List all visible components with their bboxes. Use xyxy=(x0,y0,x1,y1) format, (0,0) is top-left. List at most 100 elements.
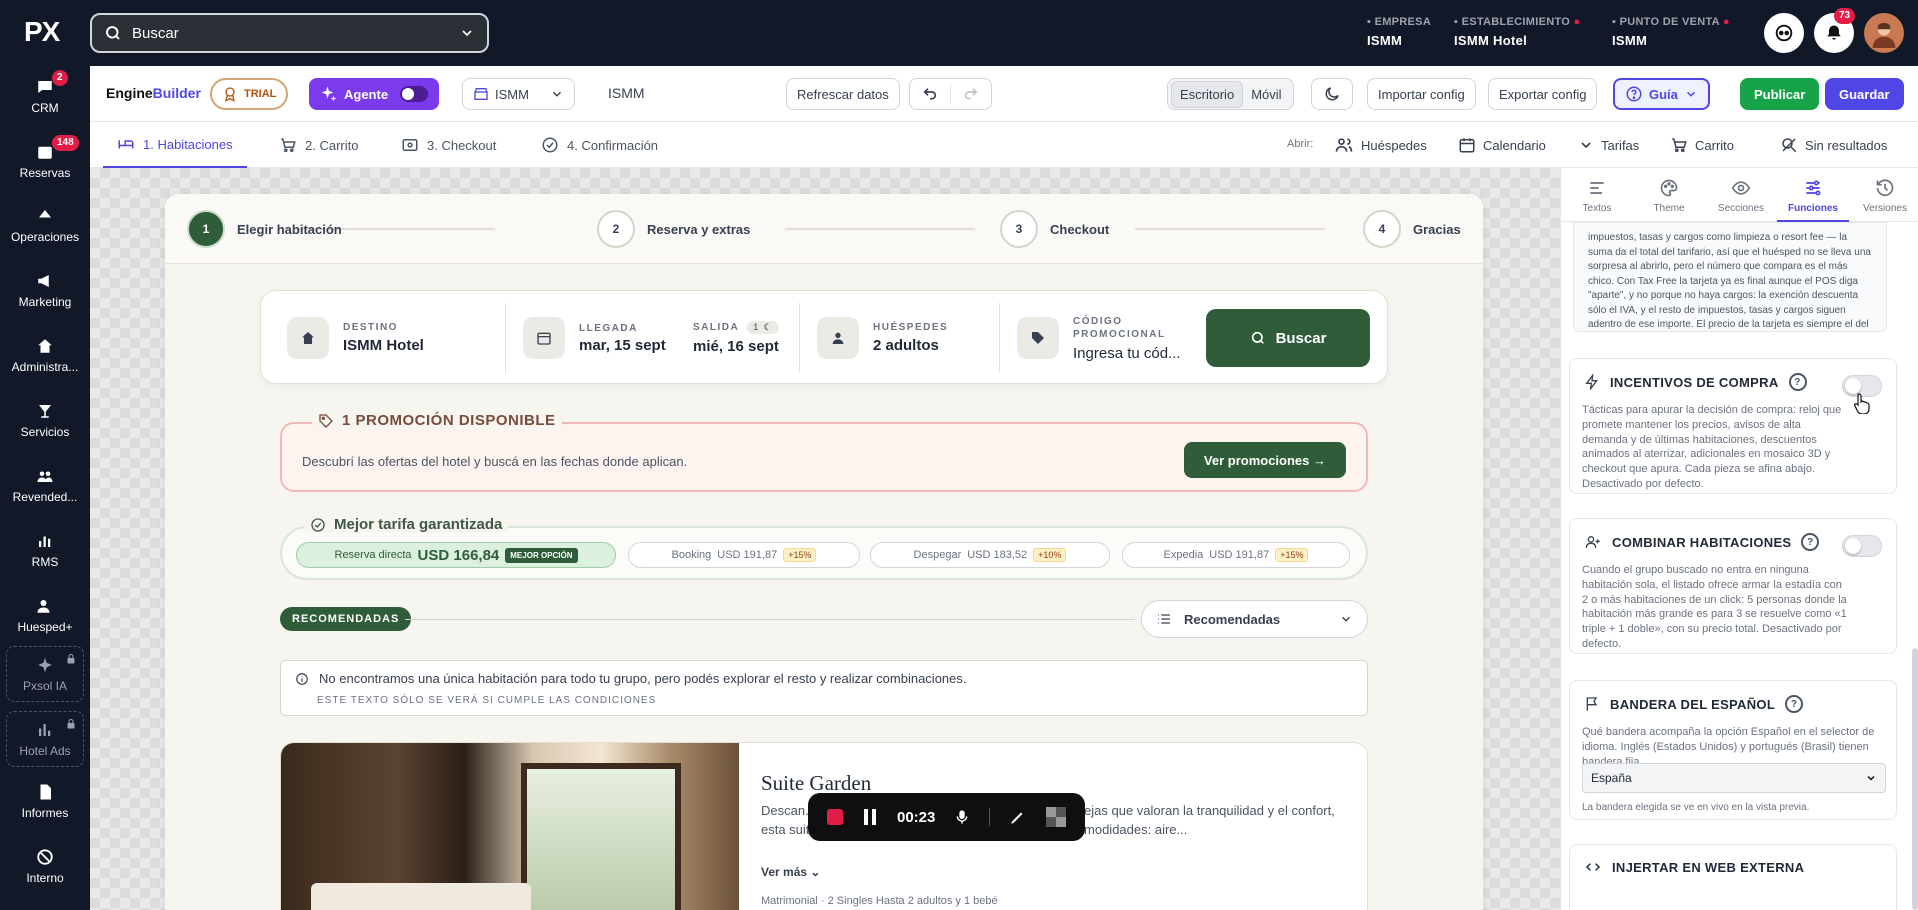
search-input[interactable]: Buscar xyxy=(132,25,449,42)
open-item-label: Tarifas xyxy=(1601,137,1640,153)
promotion-text: Descubrí las ofertas del hotel y buscá e… xyxy=(302,454,688,469)
establecimiento-label: ESTABLECIMIENTO xyxy=(1461,16,1571,28)
tab-checkout[interactable]: 3. Checkout xyxy=(401,122,496,168)
room-see-more[interactable]: Ver más ⌄ xyxy=(761,865,820,879)
tab-textos[interactable]: Textos xyxy=(1561,178,1633,214)
salida-field[interactable]: SALIDA 1 ☾ mié, 16 sept xyxy=(693,291,823,385)
sidebar-item-administracion[interactable]: Administra... xyxy=(0,327,90,383)
sort-select[interactable]: Recomendadas xyxy=(1141,600,1368,638)
progress-step-4[interactable]: 4 Gracias xyxy=(1363,210,1461,248)
guide-button[interactable]: Guía xyxy=(1613,78,1710,110)
open-carrito[interactable]: Carrito xyxy=(1670,122,1734,168)
panel-scrollbar[interactable] xyxy=(1912,648,1918,910)
view-mobile-button[interactable]: Móvil xyxy=(1243,82,1289,107)
sidebar-item-hotel-ads[interactable]: Hotel Ads xyxy=(6,711,84,767)
help-icon[interactable]: ? xyxy=(1785,695,1804,713)
global-search[interactable]: Buscar xyxy=(90,13,489,53)
save-button[interactable]: Guardar xyxy=(1825,78,1904,110)
sidebar-item-reservas[interactable]: Reservas 148 xyxy=(0,133,90,189)
blur-icon[interactable] xyxy=(1045,807,1066,827)
search-button-label: Buscar xyxy=(1275,329,1327,347)
sidebar-item-label: Huesped+ xyxy=(17,619,73,634)
sidebar-item-revendedores[interactable]: Revended... xyxy=(0,457,90,513)
combinar-toggle[interactable] xyxy=(1842,535,1882,557)
pause-icon[interactable] xyxy=(862,808,878,826)
tab-habitaciones[interactable]: 1. Habitaciones xyxy=(103,122,247,168)
progress-step-1[interactable]: 1 Elegir habitación xyxy=(187,210,342,248)
empresa-selector[interactable]: ▪ EMPRESA ISMM xyxy=(1367,16,1431,48)
support-button[interactable] xyxy=(1764,13,1804,53)
tab-versiones[interactable]: Versiones xyxy=(1849,178,1918,214)
llegada-field[interactable]: LLEGADA mar, 15 sept xyxy=(523,291,673,385)
export-config-button[interactable]: Exportar config xyxy=(1488,78,1598,110)
import-config-button[interactable]: Importar config xyxy=(1367,78,1476,110)
history-controls xyxy=(909,78,992,110)
promo-code-input[interactable]: Ingresa tu cód... xyxy=(1073,345,1189,362)
rate-price: USD 191,87 xyxy=(717,549,778,561)
tab-funciones[interactable]: Funciones xyxy=(1777,178,1849,222)
help-icon[interactable]: ? xyxy=(1801,533,1820,551)
tab-secciones[interactable]: Secciones xyxy=(1705,178,1777,214)
sidebar-item-crm[interactable]: CRM 2 xyxy=(0,68,90,124)
bell-icon xyxy=(39,209,51,217)
user-icon xyxy=(817,317,859,359)
chevron-down-icon[interactable] xyxy=(459,25,475,41)
tag-icon xyxy=(1017,317,1059,359)
sidebar-item-informes[interactable]: Informes xyxy=(0,773,90,829)
establecimiento-selector[interactable]: ▪ ESTABLECIMIENTO ● ISMM Hotel xyxy=(1454,16,1580,48)
app-logo[interactable]: PX xyxy=(24,16,60,48)
redo-button[interactable] xyxy=(951,86,991,102)
room-photo[interactable] xyxy=(281,743,739,910)
publish-button[interactable]: Publicar xyxy=(1740,78,1820,110)
view-promotions-button[interactable]: Ver promociones → xyxy=(1183,442,1346,478)
trial-badge[interactable]: TRIAL xyxy=(210,78,289,110)
theme-mode-button[interactable] xyxy=(1311,78,1353,110)
huespedes-field[interactable]: HUÉSPEDES 2 adultos xyxy=(817,291,997,385)
building-icon xyxy=(38,338,52,353)
sidebar-item-operaciones[interactable]: Operaciones xyxy=(0,197,90,253)
mic-icon[interactable] xyxy=(954,808,970,826)
search-button[interactable]: Buscar xyxy=(1206,309,1370,367)
chevron-down-icon xyxy=(1867,775,1875,781)
sidebar-item-interno[interactable]: Interno xyxy=(0,838,90,894)
section-title: INCENTIVOS DE COMPRA xyxy=(1610,374,1779,390)
promo-code-field[interactable]: CÓDIGO PROMOCIONAL Ingresa tu cód... xyxy=(1017,291,1192,385)
sidebar-item-marketing[interactable]: Marketing xyxy=(0,262,90,318)
sidebar-item-rms[interactable]: RMS xyxy=(0,522,90,578)
hotel-name: ISMM xyxy=(608,85,645,101)
chevron-down-icon xyxy=(1581,142,1591,149)
sidebar-item-huesped-plus[interactable]: Huesped+ xyxy=(0,587,90,643)
huespedes-value: 2 adultos xyxy=(873,337,939,354)
destino-value: ISMM Hotel xyxy=(343,337,424,354)
palette-icon xyxy=(1660,179,1678,197)
progress-step-2[interactable]: 2 Reserva y extras xyxy=(597,210,750,248)
agent-toggle-button[interactable]: Agente xyxy=(309,78,440,110)
search-off-icon xyxy=(1782,138,1797,153)
sidebar-item-servicios[interactable]: Servicios xyxy=(0,392,90,448)
open-calendario[interactable]: Calendario xyxy=(1458,122,1546,168)
rate-direct-price: USD 166,84 xyxy=(417,546,500,564)
open-sin-resultados[interactable]: Sin resultados xyxy=(1780,122,1887,168)
stop-record-button[interactable] xyxy=(827,809,844,825)
refresh-data-button[interactable]: Refrescar datos xyxy=(786,78,900,110)
tab-theme[interactable]: Theme xyxy=(1633,178,1705,214)
view-desktop-button[interactable]: Escritorio xyxy=(1171,80,1244,108)
tab-carrito[interactable]: 2. Carrito xyxy=(279,122,358,168)
sidebar-item-pxsol-ia[interactable]: Pxsol IA xyxy=(6,646,84,702)
agent-switch[interactable] xyxy=(400,86,429,102)
hotel-select[interactable]: ISMM xyxy=(462,78,575,110)
undo-button[interactable] xyxy=(910,86,950,102)
flag-select[interactable]: España xyxy=(1582,763,1886,793)
open-tarifas[interactable]: Tarifas xyxy=(1578,122,1639,168)
avatar-face-icon xyxy=(1872,23,1896,48)
progress-step-3[interactable]: 3 Checkout xyxy=(1000,210,1109,248)
avatar[interactable] xyxy=(1864,13,1904,53)
open-huespedes[interactable]: Huéspedes xyxy=(1334,122,1427,168)
help-icon[interactable]: ? xyxy=(1788,373,1807,391)
pen-icon[interactable] xyxy=(1009,808,1027,826)
tab-confirmacion[interactable]: 4. Confirmación xyxy=(541,122,658,168)
refresh-label: Refrescar datos xyxy=(797,86,889,102)
pos-selector[interactable]: ▪ PUNTO DE VENTA ● ISMM xyxy=(1612,16,1730,48)
destino-field[interactable]: DESTINO ISMM Hotel xyxy=(287,291,487,385)
promo-code-label: CÓDIGO PROMOCIONAL xyxy=(1073,315,1166,340)
